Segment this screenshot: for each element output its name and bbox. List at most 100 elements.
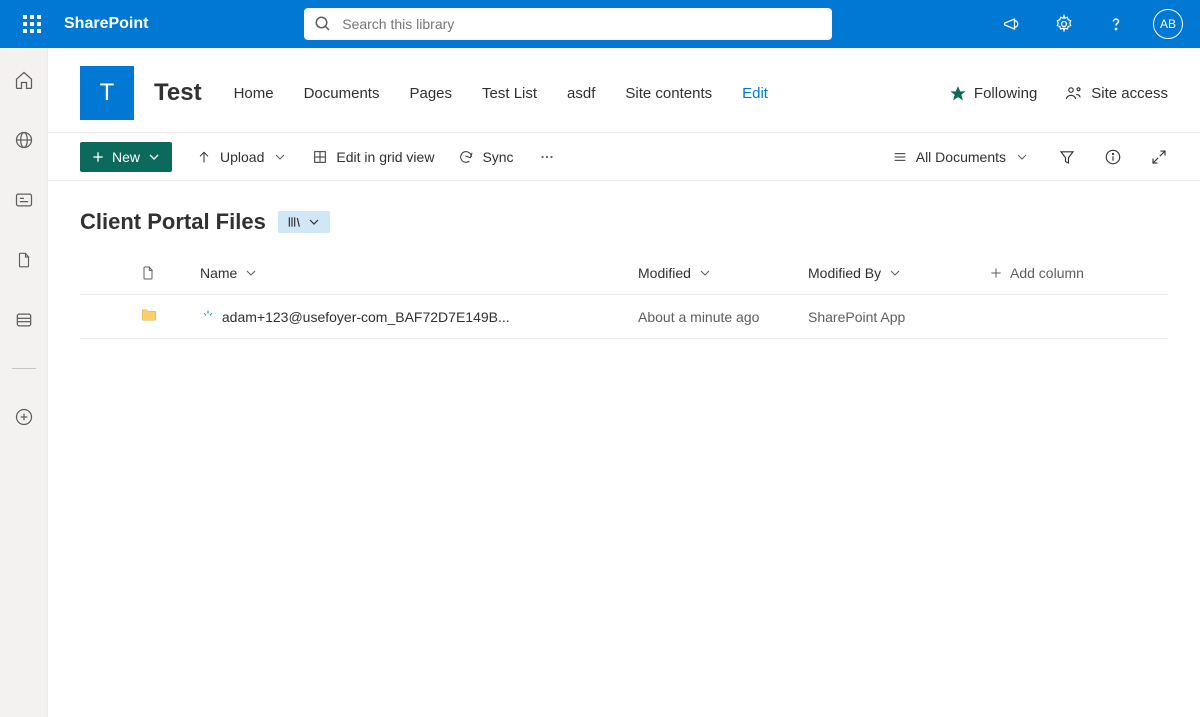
suite-header: SharePoint AB (0, 0, 1200, 48)
column-type[interactable] (140, 265, 200, 281)
site-logo[interactable]: T (80, 66, 134, 120)
new-label: New (112, 149, 140, 165)
rail-global[interactable] (0, 124, 48, 156)
view-selector[interactable]: All Documents (892, 149, 1030, 165)
help-button[interactable] (1092, 0, 1140, 48)
nav-edit[interactable]: Edit (742, 85, 768, 102)
rail-create[interactable] (0, 401, 48, 433)
document-table: Name Modified Modified By Add column (48, 251, 1200, 339)
rail-news[interactable] (0, 184, 48, 216)
sync-button[interactable]: Sync (458, 149, 513, 165)
site-header: T Test Home Documents Pages Test List as… (48, 48, 1200, 132)
nav-site-contents[interactable]: Site contents (625, 85, 712, 102)
home-icon (14, 70, 34, 90)
rail-files[interactable] (0, 244, 48, 276)
file-icon (15, 251, 33, 269)
following-label: Following (974, 85, 1037, 102)
row-name-text: adam+123@usefoyer-com_BAF72D7E149B... (222, 309, 510, 325)
nav-home[interactable]: Home (234, 85, 274, 102)
library-icon (286, 214, 302, 230)
upload-icon (196, 149, 212, 165)
site-nav: Home Documents Pages Test List asdf Site… (234, 85, 768, 102)
command-bar: New Upload Edit in grid view Sync (48, 132, 1200, 181)
table-row[interactable]: adam+123@usefoyer-com_BAF72D7E149B... Ab… (80, 295, 1168, 339)
column-name-label: Name (200, 265, 237, 281)
rail-divider (12, 368, 36, 369)
row-type-icon (140, 306, 200, 327)
following-button[interactable]: Following (950, 85, 1037, 102)
app-name-link[interactable]: SharePoint (64, 15, 148, 33)
site-actions: Following Site access (950, 84, 1168, 102)
expand-button[interactable] (1150, 148, 1168, 166)
app-rail (0, 48, 48, 717)
filter-button[interactable] (1058, 148, 1076, 166)
search-input[interactable] (342, 16, 822, 32)
rail-lists[interactable] (0, 304, 48, 336)
grid-icon (312, 149, 328, 165)
info-button[interactable] (1104, 148, 1122, 166)
file-icon (140, 265, 156, 281)
app-launcher-button[interactable] (8, 0, 56, 48)
main-content: T Test Home Documents Pages Test List as… (48, 48, 1200, 717)
star-icon (950, 85, 966, 101)
column-modified-label: Modified (638, 265, 691, 281)
view-label: All Documents (916, 149, 1006, 165)
sync-label: Sync (482, 149, 513, 165)
sync-icon (458, 149, 474, 165)
plus-circle-icon (14, 407, 34, 427)
people-share-icon (1065, 84, 1083, 102)
help-icon (1106, 14, 1126, 34)
upload-button[interactable]: Upload (196, 149, 288, 165)
folder-icon (140, 306, 158, 324)
search-icon (314, 15, 332, 33)
filter-icon (1058, 148, 1076, 166)
chevron-down-icon (146, 149, 162, 165)
rail-home[interactable] (0, 64, 48, 96)
chevron-down-icon (272, 149, 288, 165)
new-button[interactable]: New (80, 142, 172, 172)
library-title: Client Portal Files (80, 209, 266, 235)
upload-label: Upload (220, 149, 264, 165)
chevron-down-icon (697, 265, 713, 281)
info-icon (1104, 148, 1122, 166)
chevron-down-icon (306, 214, 322, 230)
site-title[interactable]: Test (154, 79, 202, 107)
row-name[interactable]: adam+123@usefoyer-com_BAF72D7E149B... (200, 308, 638, 325)
plus-icon (988, 265, 1004, 281)
suite-actions: AB (988, 0, 1192, 48)
megaphone-button[interactable] (988, 0, 1036, 48)
column-modified-by-label: Modified By (808, 265, 881, 281)
chevron-down-icon (243, 265, 259, 281)
search-box[interactable] (304, 8, 832, 40)
library-title-row: Client Portal Files (48, 181, 1200, 251)
nav-asdf[interactable]: asdf (567, 85, 595, 102)
nav-documents[interactable]: Documents (304, 85, 380, 102)
edit-grid-label: Edit in grid view (336, 149, 434, 165)
add-column-button[interactable]: Add column (988, 265, 1168, 281)
column-modified[interactable]: Modified (638, 265, 808, 281)
nav-test-list[interactable]: Test List (482, 85, 537, 102)
column-modified-by[interactable]: Modified By (808, 265, 988, 281)
nav-pages[interactable]: Pages (409, 85, 452, 102)
library-template-button[interactable] (278, 211, 330, 233)
site-access-label: Site access (1091, 85, 1168, 102)
view-icon (892, 149, 908, 165)
settings-button[interactable] (1040, 0, 1088, 48)
megaphone-icon (1002, 14, 1022, 34)
account-button[interactable]: AB (1144, 0, 1192, 48)
ellipsis-icon (538, 148, 556, 166)
news-icon (14, 190, 34, 210)
globe-icon (14, 130, 34, 150)
table-header: Name Modified Modified By Add column (80, 251, 1168, 295)
column-name[interactable]: Name (200, 265, 638, 281)
gear-icon (1054, 14, 1074, 34)
add-column-label: Add column (1010, 265, 1084, 281)
more-commands-button[interactable] (538, 148, 556, 166)
expand-icon (1150, 148, 1168, 166)
row-modified: About a minute ago (638, 309, 808, 325)
command-bar-right: All Documents (892, 148, 1168, 166)
search-area (148, 8, 988, 40)
site-access-button[interactable]: Site access (1065, 84, 1168, 102)
new-indicator-icon (200, 308, 216, 324)
edit-grid-button[interactable]: Edit in grid view (312, 149, 434, 165)
